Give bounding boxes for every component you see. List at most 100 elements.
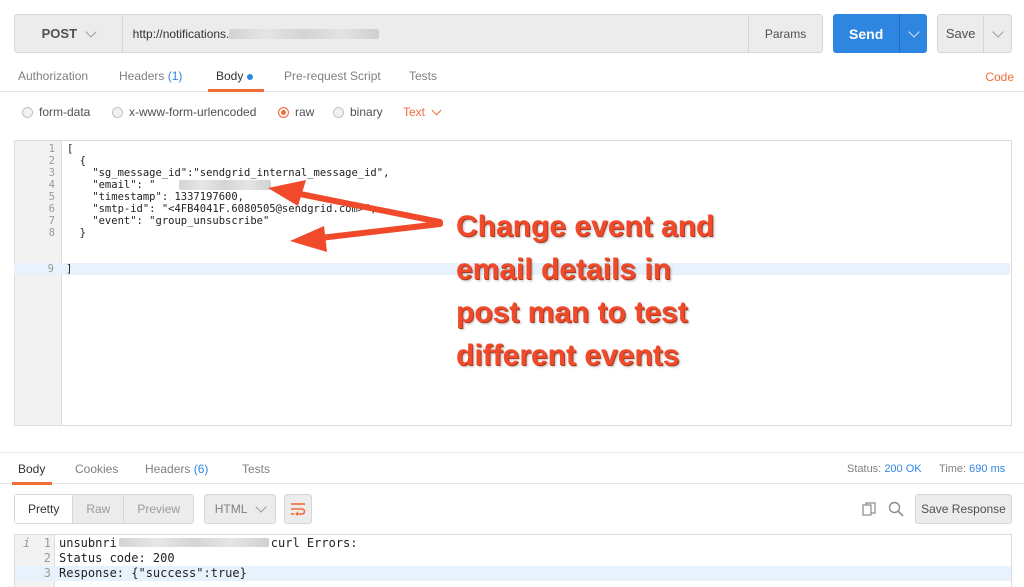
tab-response-headers[interactable]: Headers (6) <box>145 462 208 476</box>
tab-response-headers-count: (6) <box>193 462 209 476</box>
request-bar: POST http://notifications. Params Send S… <box>14 14 1013 53</box>
redacted-text <box>118 538 269 547</box>
radio-selected-icon <box>278 106 289 118</box>
url-input[interactable]: http://notifications. <box>122 14 749 53</box>
code-line: 3 "sg_message_id":"sendgrid_internal_mes… <box>15 167 1011 179</box>
line-number: 3 <box>48 167 55 179</box>
annotation-line: different events <box>456 339 680 372</box>
radio-binary-label: binary <box>350 105 383 119</box>
save-label: Save <box>945 26 976 41</box>
line-number: 3 <box>43 566 51 580</box>
code-text: "sg_message_id":"sendgrid_internal_messa… <box>67 167 390 179</box>
annotation-text: Change event and email details in post m… <box>456 205 816 377</box>
tab-body[interactable]: Body <box>216 69 254 83</box>
line-number: 4 <box>48 179 55 191</box>
line-number: 5 <box>48 191 55 203</box>
response-time: Time: 690 ms <box>939 463 1005 475</box>
code-text: unsubnri curl Errors: <box>59 536 358 551</box>
line-number: 2 <box>48 155 55 167</box>
tab-headers-count: (1) <box>167 69 183 83</box>
code-text: Status code: 200 <box>59 551 175 565</box>
format-select[interactable]: HTML <box>204 494 277 524</box>
method-select[interactable]: POST <box>14 14 123 53</box>
code-text: [ <box>67 143 74 155</box>
chevron-down-icon <box>431 105 442 115</box>
response-body-viewer[interactable]: i 1 unsubnri curl Errors: 2 Status code: … <box>14 534 1012 587</box>
radio-icon <box>22 106 33 118</box>
method-label: POST <box>41 26 78 41</box>
chevron-down-icon <box>255 501 268 513</box>
code-text: "smtp-id": "<4FB4041F.6080505@sendgrid.c… <box>67 203 377 215</box>
code-text: Response: {"success":true} <box>59 566 247 580</box>
content-type-label: Text <box>403 105 426 119</box>
code-text: } <box>67 227 86 239</box>
content-type-select[interactable]: Text <box>403 105 442 119</box>
radio-urlencoded[interactable]: x-www-form-urlencoded <box>112 105 256 119</box>
tab-headers-label: Headers <box>119 69 165 83</box>
save-button[interactable]: Save <box>936 14 985 53</box>
response-status: Status: 200 OK <box>847 463 922 475</box>
time-value: 690 ms <box>969 463 1006 475</box>
active-tab-indicator <box>208 89 264 92</box>
response-line-active: 3 Response: {"success":true} <box>15 566 1011 581</box>
search-icon[interactable] <box>888 501 904 517</box>
code-line: 4 "email": " <box>15 179 1011 191</box>
save-options-button[interactable] <box>984 14 1013 53</box>
send-button[interactable]: Send <box>833 14 900 53</box>
line-number: 6 <box>48 203 55 215</box>
radio-urlencoded-label: x-www-form-urlencoded <box>129 105 257 119</box>
line-number: 1 <box>43 536 51 550</box>
response-line: i 1 unsubnri curl Errors: <box>15 536 1011 551</box>
response-text: curl Errors: <box>270 536 358 550</box>
line-number: 7 <box>48 215 55 227</box>
radio-form-data-label: form-data <box>39 105 91 119</box>
line-number: 2 <box>43 551 51 565</box>
annotation-line: post man to test <box>456 296 688 329</box>
wrap-lines-icon <box>291 503 306 516</box>
radio-form-data[interactable]: form-data <box>22 105 90 119</box>
pretty-button[interactable]: Pretty <box>14 494 74 524</box>
code-line: 2 { <box>15 155 1011 167</box>
save-response-button[interactable]: Save Response <box>915 494 1012 524</box>
response-tabs: Body Cookies Headers (6) Tests Status: 2… <box>0 452 1024 485</box>
code-line: 1 [ <box>15 143 1011 155</box>
tab-prerequest-script[interactable]: Pre-request Script <box>284 69 381 83</box>
time-label: Time: <box>939 463 967 475</box>
line-number: 1 <box>48 143 55 155</box>
chevron-down-icon <box>992 25 1004 38</box>
body-mode-options: form-data x-www-form-urlencoded raw bina… <box>0 96 1024 128</box>
wrap-lines-button[interactable] <box>284 494 313 524</box>
radio-raw-label: raw <box>295 105 315 119</box>
tab-tests[interactable]: Tests <box>409 69 437 83</box>
tab-response-headers-label: Headers <box>145 462 191 476</box>
radio-raw[interactable]: raw <box>278 105 314 119</box>
code-text: "timestamp": 1337197600, <box>67 191 245 203</box>
raw-button[interactable]: Raw <box>73 494 125 524</box>
status-label: Status: <box>847 463 882 475</box>
copy-icon[interactable] <box>862 502 876 516</box>
send-options-button[interactable] <box>899 14 927 53</box>
tab-body-label: Body <box>216 69 244 83</box>
params-button[interactable]: Params <box>748 14 824 53</box>
code-link[interactable]: Code <box>985 70 1014 84</box>
code-text: ] <box>66 263 73 275</box>
tab-response-tests[interactable]: Tests <box>242 462 270 476</box>
tab-response-cookies[interactable]: Cookies <box>75 462 118 476</box>
tab-authorization[interactable]: Authorization <box>18 69 88 83</box>
line-number: 9 <box>47 263 54 275</box>
active-tab-indicator <box>12 482 52 485</box>
code-text: "email": " <box>67 179 156 191</box>
response-text: unsubnri <box>59 536 117 550</box>
tab-headers[interactable]: Headers (1) <box>119 69 182 83</box>
tab-response-body[interactable]: Body <box>18 462 45 476</box>
response-format-toolbar: Pretty Raw Preview HTML <box>14 494 313 524</box>
params-label: Params <box>764 26 807 41</box>
status-value: 200 OK <box>884 463 922 475</box>
redacted-email <box>179 180 271 190</box>
chevron-down-icon <box>907 25 920 38</box>
line-number: 8 <box>48 227 55 239</box>
preview-button[interactable]: Preview <box>124 494 195 524</box>
chevron-down-icon <box>85 25 97 38</box>
radio-binary[interactable]: binary <box>333 105 383 119</box>
radio-icon <box>333 106 344 118</box>
